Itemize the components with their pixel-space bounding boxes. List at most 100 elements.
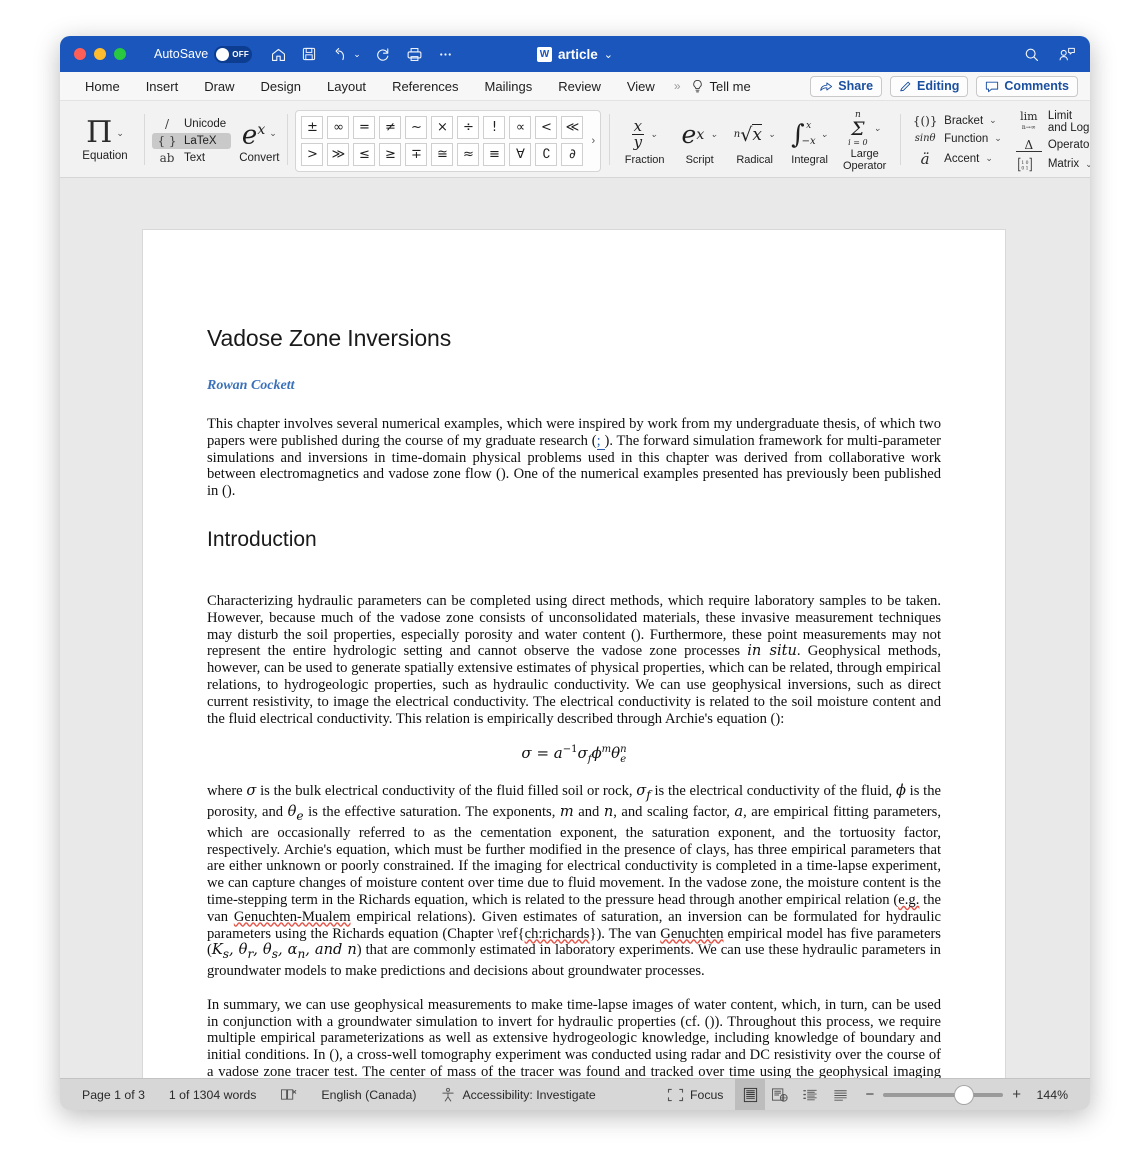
chevron-down-icon[interactable]: ⌄	[604, 48, 613, 61]
autosave-control[interactable]: AutoSave OFF	[154, 45, 253, 63]
zoom-out-button[interactable]: −	[865, 1087, 874, 1102]
document-name[interactable]: article	[558, 47, 598, 62]
spelling-error-genuchten-mualem[interactable]: Genuchten-Mualem	[234, 909, 351, 925]
page-indicator[interactable]: Page 1 of 3	[72, 1088, 157, 1102]
symbol-button[interactable]: ≫	[327, 142, 350, 166]
symbol-button[interactable]: ≠	[379, 115, 402, 139]
focus-button[interactable]: Focus	[657, 1088, 736, 1102]
document-canvas[interactable]: Vadose Zone Inversions Rowan Cockett Thi…	[60, 178, 1090, 1078]
accessibility-status[interactable]: Accessibility: Investigate	[428, 1087, 607, 1102]
fraction-button[interactable]: xy ⌄ Fraction	[617, 116, 672, 166]
print-layout-view-button[interactable]	[735, 1078, 766, 1110]
chevron-down-icon[interactable]: ⌄	[1085, 159, 1090, 170]
bracket-button[interactable]: {()} Bracket ⌄	[912, 114, 1002, 128]
language-indicator[interactable]: English (Canada)	[309, 1088, 428, 1102]
tell-me-button[interactable]: Tell me	[687, 79, 751, 94]
chevron-down-icon[interactable]: ⌄	[994, 133, 1002, 144]
chevron-down-icon[interactable]: ⌄	[116, 128, 124, 139]
symbol-button[interactable]: ∂	[561, 142, 584, 166]
chevron-down-icon[interactable]: ⌄	[269, 128, 277, 139]
undo-icon[interactable]	[331, 46, 348, 63]
integral-button[interactable]: ∫ x −x ⌄ Integral	[782, 116, 837, 166]
maximize-button[interactable]	[114, 48, 126, 60]
mode-latex[interactable]: { } LaTeX	[152, 132, 232, 149]
search-icon[interactable]	[1023, 46, 1040, 63]
matrix-button[interactable]: 1 00 1 Matrix ⌄	[1016, 157, 1090, 172]
tab-mailings[interactable]: Mailings	[472, 72, 546, 101]
symbol-button[interactable]: ±	[301, 115, 324, 139]
large-operator-button[interactable]: nΣi = 0 ⌄ Large Operator	[837, 110, 892, 172]
equation-button[interactable]: Π ⌄ Equation	[74, 118, 136, 163]
draft-view-button[interactable]	[825, 1079, 855, 1111]
comments-button[interactable]: Comments	[976, 75, 1078, 97]
symbol-button[interactable]: ∞	[327, 115, 350, 139]
symbol-button[interactable]: ≈	[457, 142, 480, 166]
symbol-button[interactable]: ∝	[509, 115, 532, 139]
tab-review[interactable]: Review	[545, 72, 614, 101]
word-count[interactable]: 1 of 1304 words	[157, 1088, 269, 1102]
undo-dropdown-caret[interactable]: ⌄	[353, 49, 361, 60]
autosave-toggle[interactable]: OFF	[214, 45, 253, 63]
tab-layout[interactable]: Layout	[314, 72, 379, 101]
tab-design[interactable]: Design	[248, 72, 314, 101]
radical-button[interactable]: n √ x ⌄ Radical	[727, 116, 782, 166]
save-icon[interactable]	[301, 46, 317, 62]
spelling-error-eg[interactable]: e.g.	[898, 892, 919, 908]
spelling-error-genuchten[interactable]: Genuchten	[660, 926, 723, 942]
tab-insert[interactable]: Insert	[133, 72, 192, 101]
symbol-button[interactable]: ≪	[561, 115, 584, 139]
symbol-button[interactable]: >	[301, 142, 324, 166]
operator-button[interactable]: Δ Operator ⌄	[1015, 139, 1090, 152]
symbol-button[interactable]: ×	[431, 115, 454, 139]
symbol-button[interactable]: =	[353, 115, 376, 139]
mode-text[interactable]: ab Text	[152, 150, 231, 166]
tab-home[interactable]: Home	[72, 72, 133, 101]
symbol-button[interactable]: <	[535, 115, 558, 139]
zoom-in-button[interactable]: +	[1012, 1087, 1021, 1102]
convert-button[interactable]: ex ⌄ Convert	[239, 117, 279, 164]
redo-icon[interactable]	[375, 46, 392, 63]
symbols-more-icon[interactable]: ›	[589, 135, 595, 147]
tab-view[interactable]: View	[614, 72, 668, 101]
symbol-button[interactable]: ≅	[431, 142, 454, 166]
symbol-button[interactable]: ≤	[353, 142, 376, 166]
close-button[interactable]	[74, 48, 86, 60]
editing-button[interactable]: Editing	[890, 75, 969, 97]
limit-and-log-button[interactable]: limn→∞ Limit and Log ⌄	[1016, 110, 1090, 134]
symbol-button[interactable]: ÷	[457, 115, 480, 139]
chevron-down-icon[interactable]: ⌄	[985, 153, 993, 164]
script-button[interactable]: ex ⌄ Script	[672, 116, 727, 166]
symbol-button[interactable]: !	[483, 115, 506, 139]
home-icon[interactable]	[270, 46, 287, 63]
citation-placeholder[interactable]: ;	[596, 432, 605, 450]
symbol-button[interactable]: ≥	[379, 142, 402, 166]
more-icon[interactable]	[437, 46, 454, 63]
tabs-overflow-icon[interactable]: »	[668, 79, 687, 93]
web-layout-view-button[interactable]	[765, 1079, 795, 1111]
chevron-down-icon[interactable]: ⌄	[989, 115, 997, 126]
proofing-status[interactable]	[268, 1087, 309, 1102]
mode-unicode[interactable]: / Unicode	[152, 116, 231, 132]
symbol-button[interactable]: ≡	[483, 142, 506, 166]
outline-view-button[interactable]	[795, 1079, 825, 1111]
symbol-button[interactable]: ∓	[405, 142, 428, 166]
archie-equation[interactable]: σ = a−1σfϕmθen	[207, 744, 941, 765]
zoom-slider[interactable]	[883, 1085, 1004, 1104]
tab-draw[interactable]: Draw	[191, 72, 247, 101]
minimize-button[interactable]	[94, 48, 106, 60]
coauthoring-icon[interactable]	[1058, 46, 1076, 63]
ribbon-actions: Share Editing Comments	[810, 75, 1078, 97]
quick-access-toolbar: ⌄	[270, 46, 454, 63]
print-icon[interactable]	[406, 46, 423, 63]
tab-references[interactable]: References	[379, 72, 471, 101]
symbol-button[interactable]: ∁	[535, 142, 558, 166]
spelling-error-ch-richards[interactable]: ch:richards	[525, 926, 590, 942]
symbol-button[interactable]: ∀	[509, 142, 532, 166]
zoom-slider-handle[interactable]	[955, 1085, 974, 1104]
function-button[interactable]: sinθ Function ⌄	[912, 133, 1002, 145]
document-page[interactable]: Vadose Zone Inversions Rowan Cockett Thi…	[143, 230, 1005, 1078]
share-button[interactable]: Share	[810, 75, 883, 97]
symbol-button[interactable]: ~	[405, 115, 428, 139]
zoom-level[interactable]: 144%	[1030, 1088, 1068, 1102]
accent-button[interactable]: ä Accent ⌄	[912, 150, 1002, 168]
